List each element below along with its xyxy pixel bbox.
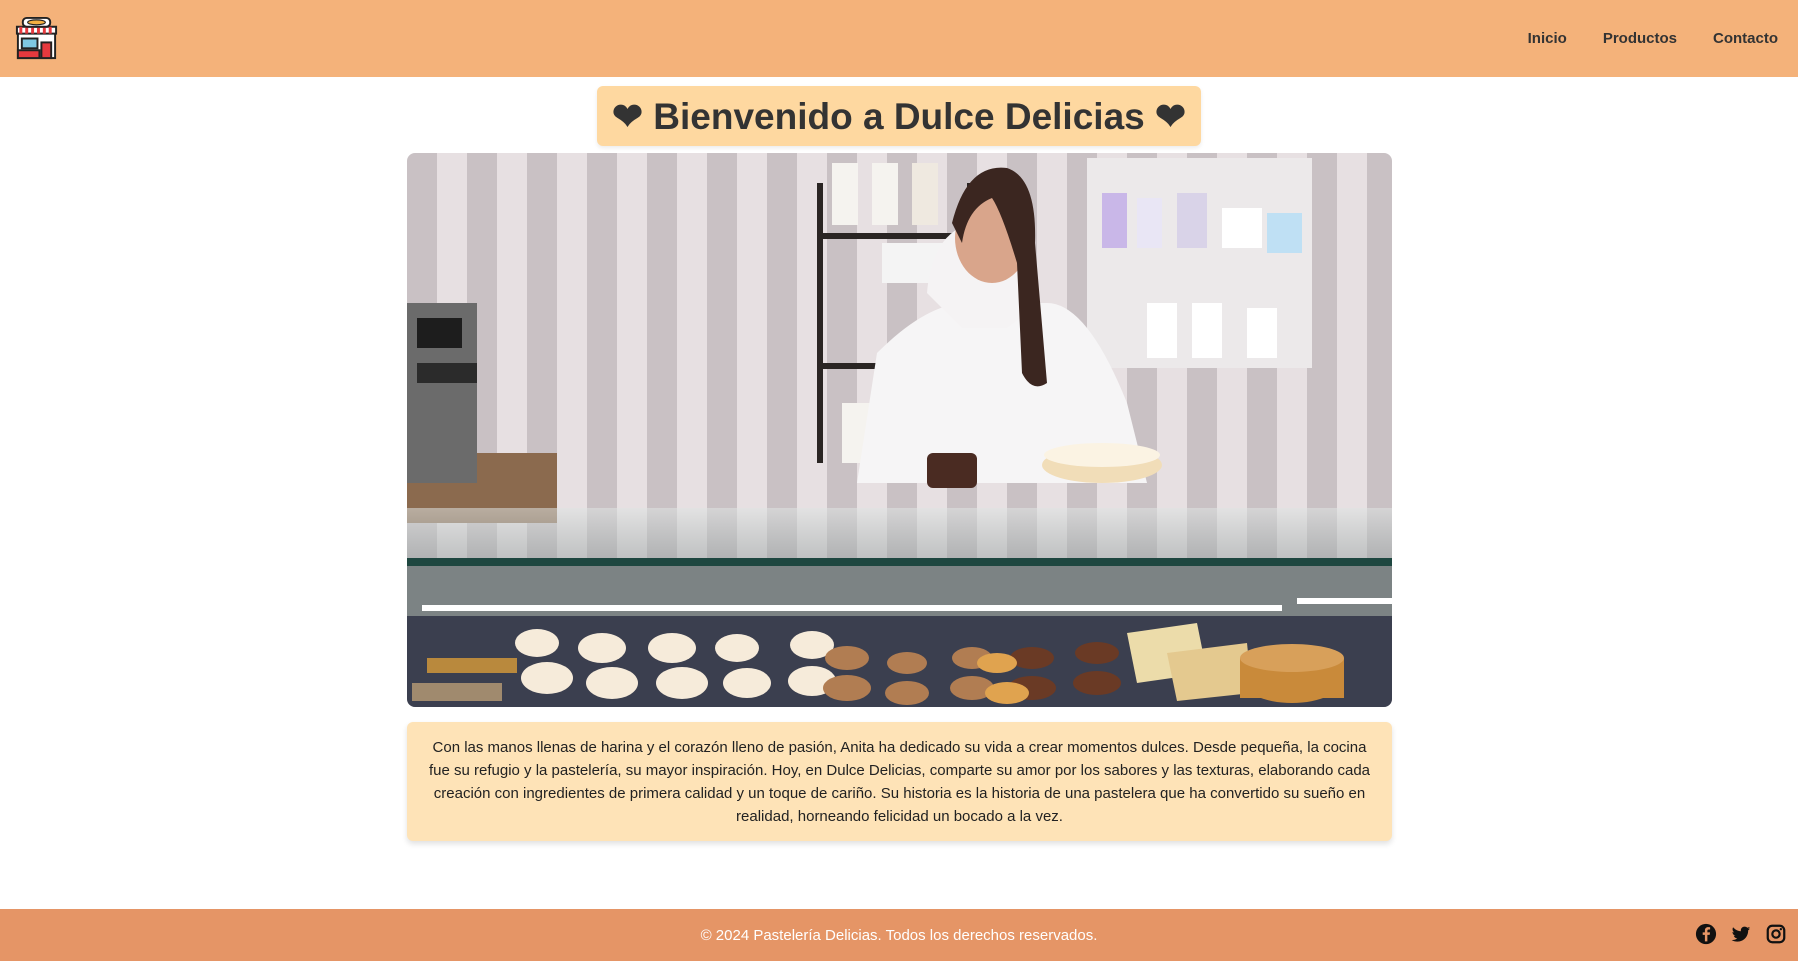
site-footer: © 2024 Pastelería Delicias. Todos los de…: [0, 909, 1798, 961]
page-title: ❤ Bienvenido a Dulce Delicias ❤: [596, 86, 1202, 146]
twitter-icon[interactable]: [1730, 923, 1752, 945]
hero-image: [407, 153, 1392, 707]
facebook-icon[interactable]: [1695, 923, 1717, 945]
nav-link-inicio[interactable]: Inicio: [1528, 30, 1567, 47]
nav-link-contacto[interactable]: Contacto: [1713, 30, 1778, 47]
copyright-text: © 2024 Pastelería Delicias. Todos los de…: [700, 926, 1098, 944]
story-text: Con las manos llenas de harina y el cora…: [407, 722, 1392, 841]
nav-link-productos[interactable]: Productos: [1603, 30, 1677, 47]
site-header: Inicio Productos Contacto: [0, 0, 1798, 77]
title-container: ❤ Bienvenido a Dulce Delicias ❤: [0, 86, 1798, 146]
bakery-shop-icon[interactable]: [13, 15, 60, 62]
social-links: [1695, 923, 1787, 945]
main-nav: Inicio Productos Contacto: [1492, 30, 1778, 47]
instagram-icon[interactable]: [1765, 923, 1787, 945]
pastry-chef-photo: [407, 153, 1392, 707]
